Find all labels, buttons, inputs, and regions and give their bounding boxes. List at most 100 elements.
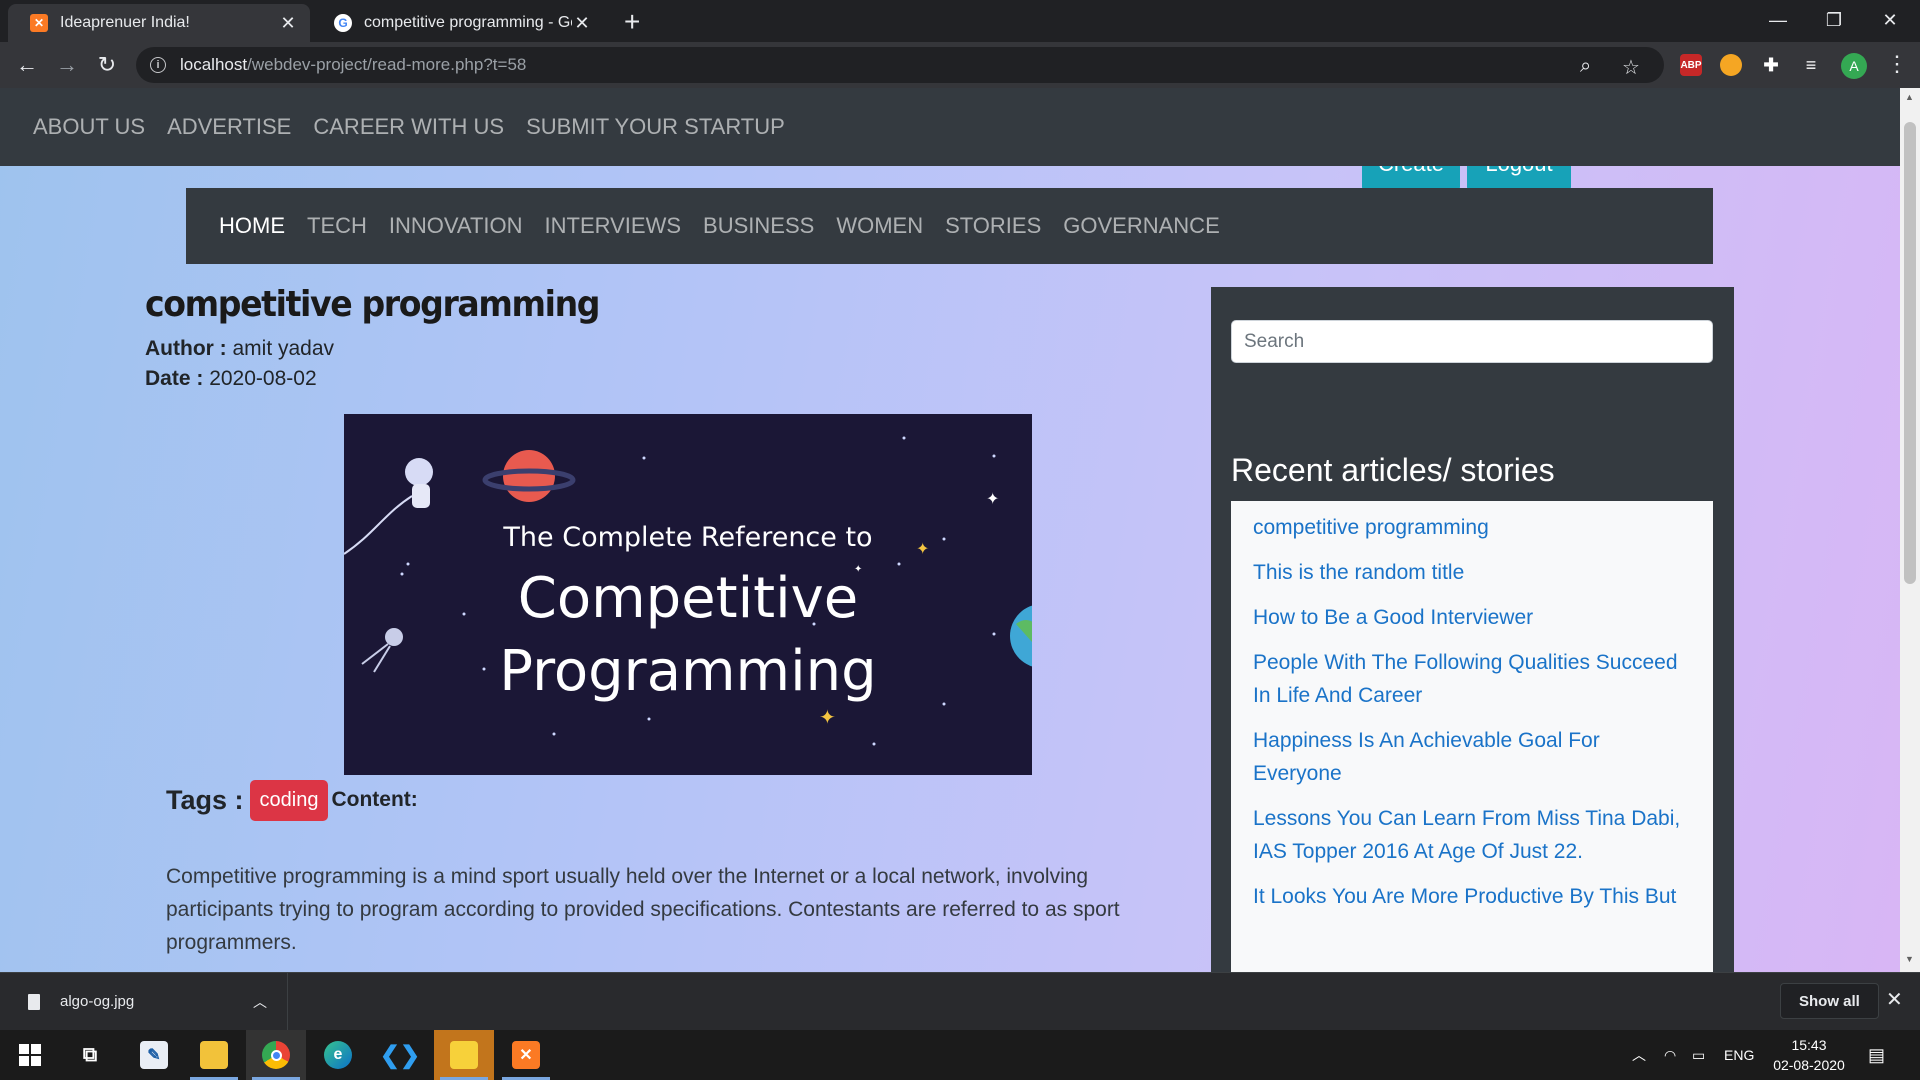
tray-overflow-icon[interactable]: ︿ [1632, 1030, 1646, 1080]
clock-date: 02-08-2020 [1773, 1057, 1845, 1073]
chrome-icon [262, 1041, 290, 1069]
top-nav: ABOUT US ADVERTISE CAREER WITH US SUBMIT… [0, 88, 1900, 166]
article-title: competitive programming [145, 284, 601, 325]
article-date: Date : 2020-08-02 [145, 367, 1185, 391]
windows-logo-icon [19, 1044, 41, 1066]
address-bar[interactable]: i localhost/webdev-project/read-more.php… [136, 47, 1664, 83]
cat-stories[interactable]: STORIES [945, 213, 1041, 239]
recent-article-link[interactable]: competitive programming [1253, 511, 1691, 544]
close-tab-icon[interactable]: ✕ [278, 13, 298, 34]
taskbar-app-explorer[interactable] [184, 1030, 244, 1080]
start-button[interactable] [0, 1030, 60, 1080]
recent-article-link[interactable]: Lessons You Can Learn From Miss Tina Dab… [1253, 802, 1691, 868]
chevron-up-icon[interactable]: ︿ [253, 992, 267, 1012]
download-item[interactable]: algo-og.jpg ︿ [0, 973, 288, 1030]
back-icon[interactable]: ← [12, 50, 42, 80]
taskbar-app-xampp[interactable]: ✕ [496, 1030, 556, 1080]
forward-icon[interactable]: → [52, 50, 82, 80]
task-view-icon: ⧉ [82, 1043, 98, 1066]
task-view-button[interactable]: ⧉ [60, 1030, 120, 1080]
taskbar-app-vscode[interactable]: ❮❯ [370, 1030, 430, 1080]
tab-title: Ideaprenuer India! [60, 14, 190, 31]
extensions-puzzle-icon[interactable]: ✚ [1760, 54, 1782, 76]
google-icon: G [334, 14, 352, 32]
cat-innovation[interactable]: INNOVATION [389, 213, 523, 239]
restore-icon[interactable]: ❐ [1806, 0, 1862, 40]
close-shelf-icon[interactable]: ✕ [1886, 987, 1903, 1012]
tag-badge-coding[interactable]: coding [249, 780, 329, 821]
close-tab-icon[interactable]: ✕ [572, 13, 592, 34]
recent-article-link[interactable]: People With The Following Qualities Succ… [1253, 646, 1691, 712]
media-controls-icon[interactable]: ≡ [1800, 54, 1822, 76]
recent-article-link[interactable]: This is the random title [1253, 556, 1691, 589]
cat-home[interactable]: HOME [219, 213, 285, 239]
close-window-icon[interactable]: ✕ [1862, 0, 1918, 40]
date-value: 2020-08-02 [209, 367, 317, 390]
download-filename: algo-og.jpg [60, 993, 135, 1010]
cat-tech[interactable]: TECH [307, 213, 367, 239]
chrome-menu-icon[interactable]: ⋮ [1886, 51, 1908, 77]
page-scrollbar[interactable]: ▲ ▼ [1900, 88, 1920, 972]
cat-interviews[interactable]: INTERVIEWS [545, 213, 682, 239]
adblock-extension-icon[interactable]: ABP [1680, 54, 1702, 76]
paint-icon: ✎ [140, 1041, 168, 1069]
language-indicator[interactable]: ENG [1724, 1030, 1754, 1080]
bookmark-star-icon[interactable]: ☆ [1622, 55, 1640, 80]
zoom-icon[interactable]: ⌕ [1580, 55, 1591, 78]
download-shelf: algo-og.jpg ︿ Show all ✕ [0, 972, 1920, 1030]
xampp-icon: ✕ [30, 14, 48, 32]
tab-ideaprenuer[interactable]: ✕ Ideaprenuer India! ✕ [8, 4, 310, 42]
battery-icon[interactable]: ▭ [1692, 1030, 1705, 1080]
svg-text:✦: ✦ [819, 707, 836, 729]
author-name: amit yadav [232, 337, 335, 360]
taskbar-app-sticky-notes[interactable] [434, 1030, 494, 1080]
notifications-icon[interactable]: ▤ [1868, 1030, 1885, 1080]
folder-icon [200, 1041, 228, 1069]
recent-article-link[interactable]: How to Be a Good Interviewer [1253, 601, 1691, 634]
image-caption-line1: The Complete Reference to [503, 522, 873, 553]
profile-avatar[interactable]: A [1841, 53, 1867, 79]
cat-governance[interactable]: GOVERNANCE [1063, 213, 1219, 239]
taskbar-app-paint[interactable]: ✎ [124, 1030, 184, 1080]
scroll-down-icon[interactable]: ▼ [1905, 954, 1914, 964]
nav-advertise[interactable]: ADVERTISE [167, 114, 291, 140]
recent-article-link[interactable]: It Looks You Are More Productive By This… [1253, 880, 1691, 913]
author-label: Author : [145, 337, 227, 360]
file-icon [28, 993, 40, 1010]
recent-article-link[interactable]: Happiness Is An Achievable Goal For Ever… [1253, 724, 1691, 790]
tags-label: Tags : [166, 785, 244, 815]
taskbar-app-chrome[interactable] [246, 1030, 306, 1080]
category-nav: HOME TECH INNOVATION INTERVIEWS BUSINESS… [186, 188, 1713, 264]
date-label: Date : [145, 367, 204, 390]
cat-women[interactable]: WOMEN [836, 213, 923, 239]
article-content: Competitive programming is a mind sport … [166, 865, 1120, 954]
recent-articles-list: competitive programming This is the rand… [1231, 501, 1713, 972]
recent-articles-heading: Recent articles/ stories [1231, 452, 1555, 488]
article-image: ✦ ✦ ✦ ✦ The Complete Reference to Compet… [344, 414, 1032, 775]
reload-icon[interactable]: ↻ [92, 50, 122, 80]
system-clock[interactable]: 15:43 02-08-2020 [1768, 1035, 1850, 1075]
scrollbar-thumb[interactable] [1904, 122, 1916, 584]
sidebar: Recent articles/ stories competitive pro… [1211, 287, 1734, 972]
new-tab-button[interactable]: + [624, 6, 640, 38]
extension-icon[interactable] [1720, 54, 1742, 76]
cat-business[interactable]: BUSINESS [703, 213, 814, 239]
image-caption-line3: Programming [499, 639, 877, 704]
content-label: Content: [331, 788, 418, 811]
search-input[interactable] [1231, 320, 1713, 363]
sticky-notes-icon [450, 1041, 478, 1069]
nav-career[interactable]: CAREER WITH US [313, 114, 504, 140]
wifi-icon[interactable]: ◠ [1664, 1030, 1676, 1080]
url-host: localhost [180, 55, 248, 74]
show-all-button[interactable]: Show all [1780, 983, 1879, 1019]
minimize-icon[interactable]: — [1750, 0, 1806, 40]
article-author: Author : amit yadav [145, 337, 1185, 361]
nav-submit-startup[interactable]: SUBMIT YOUR STARTUP [526, 114, 785, 140]
edge-icon: e [324, 1041, 352, 1069]
clock-time: 15:43 [1791, 1037, 1827, 1053]
site-info-icon[interactable]: i [150, 57, 166, 73]
nav-about-us[interactable]: ABOUT US [33, 114, 145, 140]
scroll-up-icon[interactable]: ▲ [1905, 92, 1914, 102]
tab-google-search[interactable]: G competitive programming - Goo ✕ [312, 4, 604, 42]
taskbar-app-edge[interactable]: e [308, 1030, 368, 1080]
